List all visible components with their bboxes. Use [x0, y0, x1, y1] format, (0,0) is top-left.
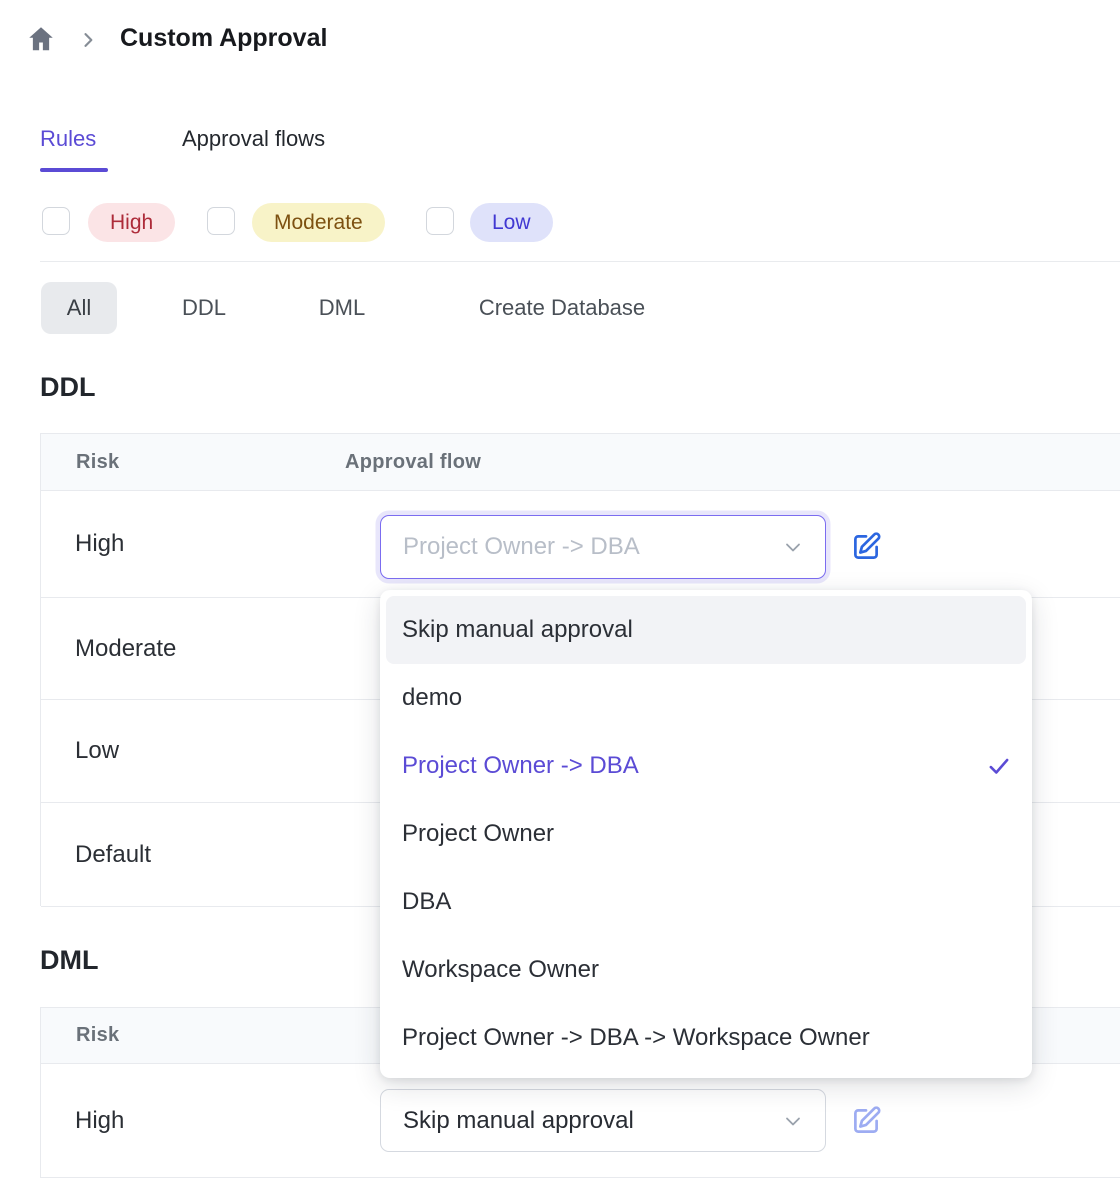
filter-divider [40, 261, 1120, 262]
column-header-approval-flow: Approval flow [345, 451, 481, 474]
tab-approval-flows[interactable]: Approval flows [182, 126, 325, 152]
section-title-ddl: DDL [40, 372, 96, 403]
home-icon [26, 24, 58, 54]
dropdown-option-workspace-owner[interactable]: Workspace Owner [386, 936, 1026, 1004]
breadcrumb-chevron-icon [78, 30, 98, 50]
option-label: DBA [402, 888, 451, 916]
page-title: Custom Approval [120, 24, 327, 53]
risk-cell: High [41, 530, 124, 558]
option-label: Skip manual approval [402, 616, 633, 644]
dropdown-option-skip-manual-approval[interactable]: Skip manual approval [386, 596, 1026, 664]
dropdown-option-dba[interactable]: DBA [386, 868, 1026, 936]
dropdown-option-project-owner-dba-workspace-owner[interactable]: Project Owner -> DBA -> Workspace Owner [386, 1004, 1026, 1072]
check-icon [986, 753, 1012, 779]
badge-low: Low [470, 203, 553, 242]
segment-create-database[interactable]: Create Database [432, 282, 692, 334]
option-label: demo [402, 684, 462, 712]
risk-cell: Moderate [41, 635, 176, 663]
chevron-down-icon [781, 535, 805, 559]
badge-moderate: Moderate [252, 203, 385, 242]
segment-dml[interactable]: DML [294, 282, 390, 334]
option-label: Project Owner -> DBA -> Workspace Owner [402, 1024, 870, 1052]
risk-cell: Low [41, 737, 119, 765]
approval-flow-dropdown-menu: Skip manual approval demo Project Owner … [380, 590, 1032, 1078]
select-value: Skip manual approval [403, 1107, 634, 1135]
table-header-row: Risk Approval flow [41, 434, 1120, 491]
segment-ddl[interactable]: DDL [156, 282, 252, 334]
home-button[interactable] [26, 24, 58, 56]
option-label: Project Owner [402, 820, 554, 848]
section-title-dml: DML [40, 945, 98, 976]
dropdown-option-demo[interactable]: demo [386, 664, 1026, 732]
custom-approval-page: Custom Approval Rules Approval flows Hig… [0, 0, 1120, 1180]
approval-flow-select-dml-high[interactable]: Skip manual approval [380, 1089, 826, 1152]
edit-icon [849, 530, 883, 564]
approval-flow-select-ddl-high[interactable]: Project Owner -> DBA [380, 515, 826, 579]
chevron-down-icon [781, 1109, 805, 1133]
segment-all[interactable]: All [41, 282, 117, 334]
edit-approval-flow-button-ddl-high[interactable] [846, 527, 886, 567]
checkbox-high[interactable] [42, 207, 70, 235]
option-label: Workspace Owner [402, 956, 599, 984]
tab-rules[interactable]: Rules [40, 126, 96, 152]
risk-cell: High [41, 1107, 124, 1135]
checkbox-low[interactable] [426, 207, 454, 235]
dropdown-option-project-owner-dba[interactable]: Project Owner -> DBA [386, 732, 1026, 800]
dropdown-option-project-owner[interactable]: Project Owner [386, 800, 1026, 868]
edit-approval-flow-button-dml-high[interactable] [846, 1101, 886, 1141]
column-header-risk: Risk [41, 1024, 345, 1047]
select-value: Project Owner -> DBA [403, 533, 640, 561]
active-tab-underline [40, 168, 108, 172]
risk-cell: Default [41, 841, 151, 869]
checkbox-moderate[interactable] [207, 207, 235, 235]
edit-icon [849, 1104, 883, 1138]
option-label: Project Owner -> DBA [402, 752, 639, 780]
badge-high: High [88, 203, 175, 242]
column-header-risk: Risk [41, 451, 345, 474]
